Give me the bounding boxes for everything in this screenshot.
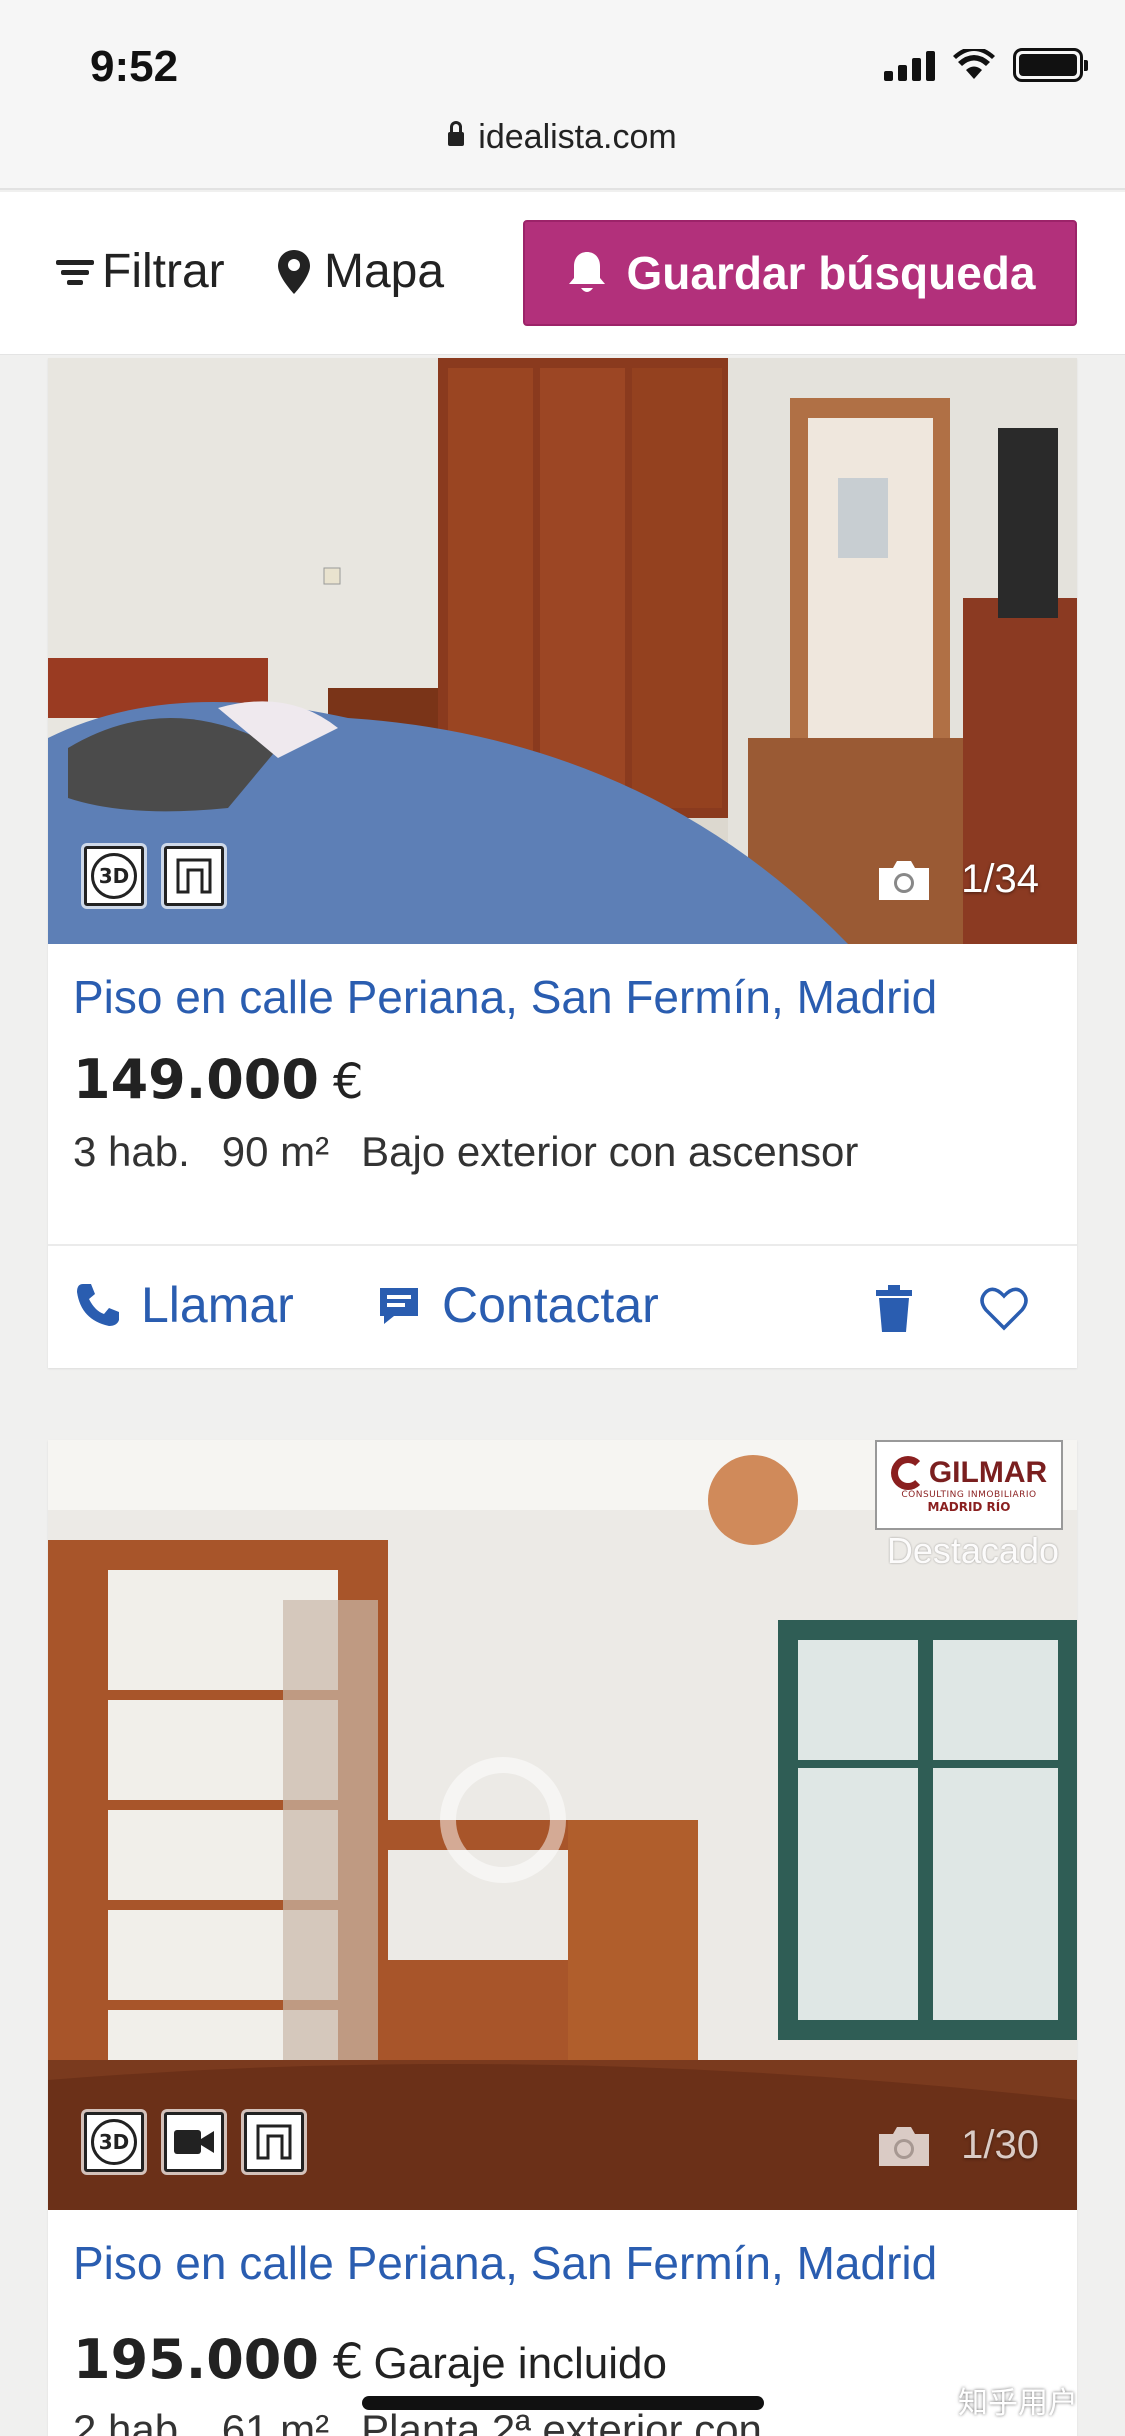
photo-count: 1/30 bbox=[961, 2123, 1039, 2167]
chat-icon bbox=[380, 1288, 418, 1324]
status-time: 9:52 bbox=[90, 42, 179, 91]
detail-floor: Bajo exterior con ascensor bbox=[361, 1128, 859, 1175]
photo-badges: 3D bbox=[84, 2112, 304, 2172]
status-icons bbox=[884, 48, 1088, 82]
contact-button[interactable]: Contactar bbox=[374, 1276, 659, 1334]
listing-actions: Llamar Contactar bbox=[48, 1244, 1077, 1368]
filter-icon bbox=[56, 256, 96, 288]
status-bar: 9:52 idealista.com bbox=[0, 0, 1125, 190]
watermark: 知乎用户 bbox=[958, 2386, 1078, 2421]
listing-details: 3 hab. 90 m² Bajo exterior con ascensor bbox=[73, 1128, 890, 1176]
photo-counter: 1/30 bbox=[875, 2123, 1039, 2168]
agency-branch: MADRID RÍO bbox=[927, 1500, 1011, 1514]
photo-badges: 3D bbox=[84, 846, 224, 906]
listing-photo[interactable]: 3D 1/34 bbox=[48, 358, 1077, 944]
map-pin-icon bbox=[278, 249, 310, 294]
call-label: Llamar bbox=[141, 1277, 294, 1333]
listing-photo[interactable]: GILMAR CONSULTING INMOBILIARIO MADRID RÍ… bbox=[48, 1440, 1077, 2210]
detail-floor: Planta 2ª exterior con bbox=[361, 2406, 762, 2436]
map-button[interactable]: Mapa bbox=[278, 244, 444, 299]
listing-price: 149.000 € bbox=[73, 1048, 364, 1111]
price-extra: Garaje incluido bbox=[373, 2339, 668, 2388]
3d-tour-icon[interactable]: 3D bbox=[84, 2112, 144, 2172]
price-currency: € bbox=[332, 1054, 364, 1110]
camera-icon bbox=[879, 2126, 930, 2166]
search-toolbar: Filtrar Mapa Guardar búsqueda bbox=[0, 192, 1125, 355]
listing-title[interactable]: Piso en calle Periana, San Fermín, Madri… bbox=[73, 2236, 937, 2290]
filter-button[interactable]: Filtrar bbox=[56, 244, 225, 299]
map-label: Mapa bbox=[324, 245, 445, 298]
agency-subtitle: CONSULTING INMOBILIARIO bbox=[901, 1490, 1037, 1500]
price-value: 195.000 bbox=[73, 2328, 319, 2391]
detail-area: 61 m² bbox=[221, 2406, 330, 2436]
listing-details: 2 hab. 61 m² Planta 2ª exterior con bbox=[73, 2406, 794, 2436]
photo-counter: 1/34 bbox=[875, 857, 1039, 902]
battery-icon bbox=[1013, 48, 1088, 82]
3d-tour-icon[interactable]: 3D bbox=[84, 846, 144, 906]
photo-count: 1/34 bbox=[961, 857, 1039, 901]
favorite-heart-icon[interactable] bbox=[978, 1282, 1030, 1334]
cellular-signal-icon bbox=[884, 49, 935, 81]
camera-icon bbox=[879, 860, 930, 900]
video-icon[interactable] bbox=[164, 2112, 224, 2172]
save-search-label: Guardar búsqueda bbox=[626, 247, 1036, 299]
detail-rooms: 2 hab. bbox=[73, 2406, 190, 2436]
listing-card[interactable]: GILMAR CONSULTING INMOBILIARIO MADRID RÍ… bbox=[48, 1440, 1077, 2436]
save-search-button[interactable]: Guardar búsqueda bbox=[523, 220, 1077, 326]
floorplan-icon[interactable] bbox=[164, 846, 224, 906]
lock-icon bbox=[448, 121, 465, 146]
bell-icon bbox=[568, 252, 605, 292]
detail-rooms: 3 hab. bbox=[73, 1128, 190, 1175]
phone-icon bbox=[77, 1284, 119, 1326]
filter-label: Filtrar bbox=[102, 245, 225, 298]
detail-area: 90 m² bbox=[221, 1128, 330, 1175]
price-currency: € bbox=[332, 2334, 364, 2390]
contact-label: Contactar bbox=[442, 1277, 659, 1333]
agency-logo[interactable]: GILMAR CONSULTING INMOBILIARIO MADRID RÍ… bbox=[875, 1440, 1063, 1530]
featured-label: Destacado bbox=[886, 1530, 1059, 1571]
call-button[interactable]: Llamar bbox=[73, 1276, 294, 1334]
listing-price: 195.000 € Garaje incluido bbox=[73, 2328, 667, 2391]
url-text: idealista.com bbox=[478, 118, 677, 156]
wifi-icon bbox=[953, 49, 995, 79]
price-value: 149.000 bbox=[73, 1048, 319, 1111]
trash-icon[interactable] bbox=[874, 1284, 914, 1334]
agency-name: GILMAR bbox=[928, 1456, 1048, 1489]
home-indicator[interactable] bbox=[362, 2396, 764, 2410]
floorplan-icon[interactable] bbox=[244, 2112, 304, 2172]
listing-card[interactable]: 3D 1/34 Piso en calle Periana, San Fermí… bbox=[48, 358, 1077, 1368]
address-bar[interactable]: idealista.com bbox=[0, 118, 1125, 157]
listing-title[interactable]: Piso en calle Periana, San Fermín, Madri… bbox=[73, 970, 937, 1024]
